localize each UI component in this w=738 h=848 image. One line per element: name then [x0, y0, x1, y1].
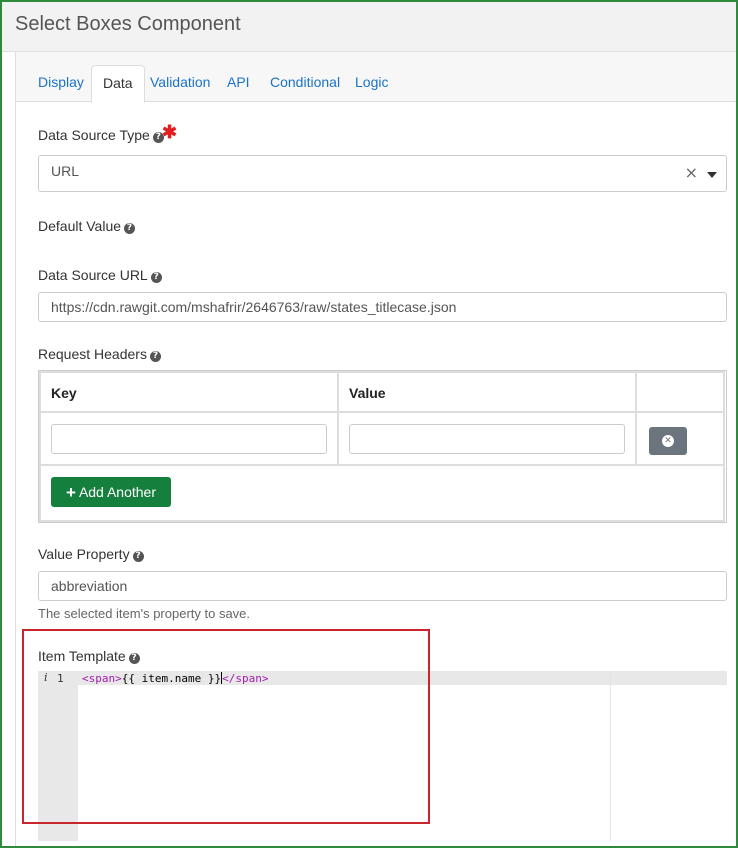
- value-property-description: The selected item's property to save.: [38, 606, 251, 621]
- tab-conditional[interactable]: Conditional: [270, 74, 340, 90]
- default-value-label-text: Default Value: [38, 218, 122, 234]
- data-source-type-label-text: Data Source Type: [38, 127, 150, 143]
- component-settings-dialog: Select Boxes Component Display Data Vali…: [0, 0, 738, 848]
- data-source-type-select[interactable]: URL ×: [38, 155, 727, 192]
- data-source-url-input[interactable]: https://cdn.rawgit.com/mshafrir/2646763/…: [38, 292, 727, 322]
- dialog-header: Select Boxes Component: [2, 2, 736, 52]
- help-icon[interactable]: ?: [124, 223, 136, 234]
- value-property-input[interactable]: abbreviation: [38, 571, 727, 601]
- data-source-type-label: Data Source Type?: [38, 127, 164, 143]
- header-value-input[interactable]: [349, 424, 625, 454]
- tab-data[interactable]: Data: [91, 65, 145, 103]
- remove-icon: ✕: [662, 435, 674, 447]
- value-property-label: Value Property?: [38, 546, 144, 562]
- remove-row-button[interactable]: ✕: [649, 427, 687, 455]
- table-row-value-cell: [337, 411, 637, 466]
- data-source-url-label: Data Source URL?: [38, 267, 162, 283]
- add-another-button[interactable]: + Add Another: [51, 477, 171, 507]
- help-icon[interactable]: ?: [149, 351, 161, 362]
- column-header-value-text: Value: [349, 385, 386, 401]
- value-property-value: abbreviation: [51, 578, 128, 594]
- tab-validation[interactable]: Validation: [150, 74, 210, 90]
- chevron-down-icon[interactable]: [707, 172, 717, 178]
- column-header-value: Value: [337, 371, 637, 413]
- help-icon[interactable]: ?: [150, 272, 162, 283]
- tab-logic[interactable]: Logic: [355, 74, 388, 90]
- value-property-label-text: Value Property: [38, 546, 130, 562]
- data-source-url-value: https://cdn.rawgit.com/mshafrir/2646763/…: [51, 299, 457, 315]
- request-headers-table: Key Value ✕ + Add Another: [38, 370, 727, 523]
- column-header-actions: [635, 371, 725, 413]
- data-source-type-value: URL: [51, 163, 80, 179]
- column-header-key-text: Key: [51, 385, 77, 401]
- add-another-label: Add Another: [78, 484, 156, 500]
- request-headers-label: Request Headers?: [38, 346, 161, 362]
- dialog-title: Select Boxes Component: [15, 13, 241, 35]
- table-row-key-cell: [39, 411, 339, 466]
- plus-icon: +: [66, 482, 76, 502]
- clear-selection-icon[interactable]: ×: [685, 163, 698, 182]
- data-source-url-label-text: Data Source URL: [38, 267, 148, 283]
- column-header-key: Key: [39, 371, 339, 413]
- print-margin: [610, 671, 611, 841]
- tab-api[interactable]: API: [227, 74, 250, 90]
- annotation-highlight-box: [22, 629, 430, 824]
- help-icon[interactable]: ?: [132, 551, 144, 562]
- request-headers-label-text: Request Headers: [38, 346, 147, 362]
- required-asterisk-icon: ✱: [162, 122, 178, 142]
- header-key-input[interactable]: [51, 424, 327, 454]
- tab-bar: Display Data Validation API Conditional …: [16, 52, 736, 103]
- tab-display[interactable]: Display: [38, 74, 84, 90]
- default-value-label: Default Value?: [38, 218, 136, 234]
